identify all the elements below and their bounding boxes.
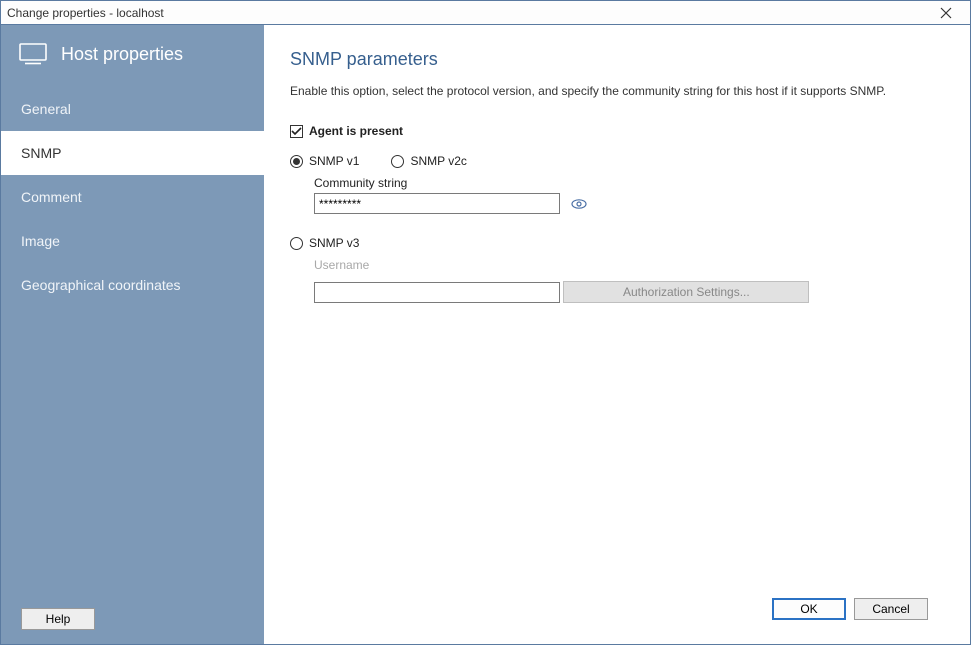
sidebar-item-general[interactable]: General: [1, 87, 264, 131]
sidebar-item-comment[interactable]: Comment: [1, 175, 264, 219]
sidebar-item-snmp[interactable]: SNMP: [1, 131, 264, 175]
username-block: Username Authorization Settings...: [314, 258, 944, 303]
monitor-icon: [19, 43, 47, 65]
snmp-v3-block: SNMP v3 Username Authorization Settings.…: [290, 236, 944, 303]
main-content: SNMP parameters Enable this option, sele…: [290, 49, 944, 588]
help-button[interactable]: Help: [21, 608, 95, 630]
titlebar: Change properties - localhost: [1, 1, 970, 25]
agent-present-row: Agent is present: [290, 124, 944, 138]
dialog-window: Change properties - localhost Host prope…: [0, 0, 971, 645]
agent-present-label: Agent is present: [309, 124, 403, 138]
sidebar-items: General SNMP Comment Image Geographical …: [1, 87, 264, 307]
authorization-settings-button[interactable]: Authorization Settings...: [563, 281, 809, 303]
snmp-v2c-option: SNMP v2c: [391, 154, 466, 168]
community-input[interactable]: [314, 193, 560, 214]
reveal-password-button[interactable]: [570, 195, 588, 213]
cancel-button[interactable]: Cancel: [854, 598, 928, 620]
ok-button[interactable]: OK: [772, 598, 846, 620]
snmp-v3-option: SNMP v3: [290, 236, 944, 250]
username-label: Username: [314, 258, 944, 272]
sidebar-header: Host properties: [1, 25, 264, 87]
snmp-v3-radio[interactable]: [290, 237, 303, 250]
page-title: SNMP parameters: [290, 49, 944, 70]
snmp-v1-option: SNMP v1: [290, 154, 359, 168]
sidebar-item-image[interactable]: Image: [1, 219, 264, 263]
close-button[interactable]: [926, 3, 966, 23]
eye-icon: [571, 198, 587, 210]
page-description: Enable this option, select the protocol …: [290, 84, 944, 98]
sidebar-item-geo[interactable]: Geographical coordinates: [1, 263, 264, 307]
snmp-v2c-radio[interactable]: [391, 155, 404, 168]
dialog-body: Host properties General SNMP Comment Ima…: [1, 25, 970, 644]
community-block: Community string: [314, 176, 944, 214]
agent-present-checkbox[interactable]: [290, 125, 303, 138]
version-radio-row: SNMP v1 SNMP v2c: [290, 154, 944, 168]
sidebar-title: Host properties: [61, 44, 183, 65]
snmp-v1-radio[interactable]: [290, 155, 303, 168]
window-title: Change properties - localhost: [7, 6, 164, 20]
snmp-v3-label: SNMP v3: [309, 236, 359, 250]
close-icon: [940, 7, 952, 19]
help-row: Help: [1, 598, 264, 644]
check-icon: [291, 126, 302, 137]
sidebar: Host properties General SNMP Comment Ima…: [1, 25, 264, 644]
snmp-v1-label: SNMP v1: [309, 154, 359, 168]
sidebar-spacer: [1, 307, 264, 598]
username-input[interactable]: [314, 282, 560, 303]
snmp-v2c-label: SNMP v2c: [410, 154, 466, 168]
main-panel: SNMP parameters Enable this option, sele…: [264, 25, 970, 644]
community-field-row: [314, 193, 944, 214]
community-label: Community string: [314, 176, 944, 190]
dialog-footer: OK Cancel: [290, 588, 944, 634]
